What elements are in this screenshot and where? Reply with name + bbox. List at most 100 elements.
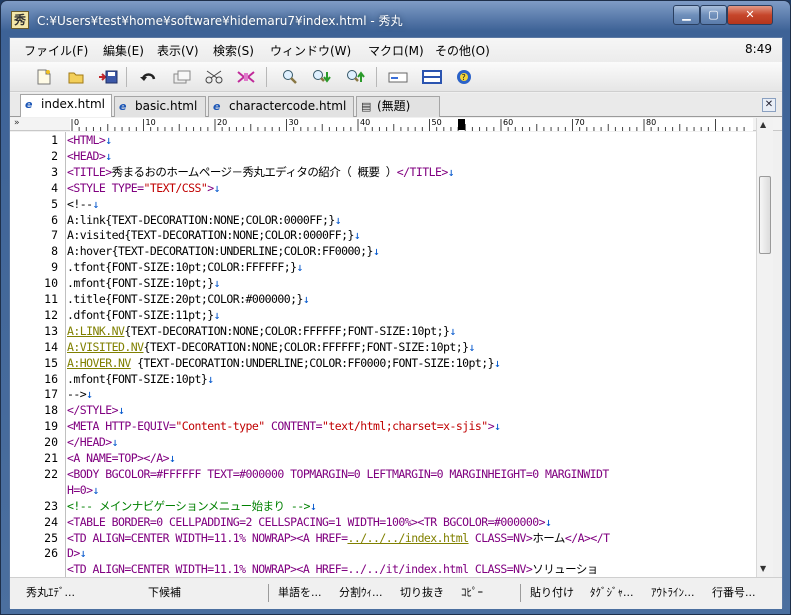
ruler-guide-icon[interactable]: » [10,118,70,131]
fkey-11[interactable]: ｱｳﾄﾗｲﾝ... [651,584,695,602]
tab-label: (無題) [377,99,411,113]
hidemaru-app-icon[interactable]: 秀 [11,11,29,29]
code-line[interactable]: A:visited{TEXT-DECORATION:NONE;COLOR:000… [67,228,361,243]
newline-mark: ↓ [79,546,87,561]
cut-icon[interactable] [204,68,224,86]
code-line[interactable]: <TITLE>秀まるおのホームページ－秀丸エディタの紹介（ 概要 ）</TITL… [67,164,455,180]
code-token: 秀まるおのホームページ－秀丸エディタの紹介（ 概要 ） [111,164,398,179]
find-icon[interactable] [280,68,300,86]
close-button[interactable]: ✕ [727,5,773,25]
fkey-8[interactable]: ｺﾋﾟｰ [461,584,483,602]
code-token: --> [67,387,87,402]
menu-window[interactable]: ウィンドウ(W) [270,42,351,59]
fkey-5[interactable]: 単語を... [278,584,322,602]
maximize-button[interactable]: ▢ [700,5,727,25]
code-line[interactable]: D>↓ [67,546,87,561]
fkey-7[interactable]: 切り抜き [400,584,444,602]
fkey-6[interactable]: 分割ｳｨ... [339,584,383,602]
minimize-button[interactable]: ▁ [673,5,700,25]
line-number: 13 [44,323,58,338]
code-token: CONTENT= [264,419,323,434]
code-line[interactable]: .mfont{FONT-SIZE:10pt}↓ [67,372,214,387]
undo-icon[interactable] [138,68,158,86]
line-number: 25 [44,530,58,545]
code-token: H=0> [67,482,93,497]
code-line[interactable]: H=0>↓ [67,483,99,498]
menu-other[interactable]: その他(O) [435,42,490,59]
window-title: C:¥Users¥test¥home¥software¥hidemaru7¥in… [37,14,403,28]
find-down-icon[interactable] [312,68,332,86]
code-line[interactable]: .title{FONT-SIZE:20pt;COLOR:#000000;}↓ [67,292,310,307]
code-line[interactable]: .tfont{FONT-SIZE:10pt;COLOR:FFFFFF;}↓ [67,260,303,275]
menu-edit[interactable]: 編集(E) [103,42,144,59]
tab-label: index.html [41,97,105,111]
tab-untitled[interactable]: ▤ (無題) [356,96,440,117]
code-line[interactable]: A:VISITED.NV{TEXT-DECORATION:NONE;COLOR:… [67,339,476,355]
title-bar[interactable]: 秀 C:¥Users¥test¥home¥software¥hidemaru7¥… [1,1,790,37]
fkey-10[interactable]: ﾀｸﾞｼﾞｬ... [590,584,634,602]
menu-file[interactable]: ファイル(F) [24,42,88,59]
code-line[interactable]: <TD ALIGN=CENTER WIDTH=11.1% NOWRAP><A H… [67,562,598,577]
newline-mark: ↓ [468,339,476,354]
menu-view[interactable]: 表示(V) [157,42,199,59]
code-line[interactable]: A:hover{TEXT-DECORATION:UNDERLINE;COLOR:… [67,244,380,259]
code-line[interactable]: A:link{TEXT-DECORATION:NONE;COLOR:0000FF… [67,213,342,228]
code-line[interactable]: <!--↓ [67,197,99,212]
code-line[interactable]: </STYLE>↓ [67,403,125,418]
code-token: "TEXT/CSS" [143,180,208,195]
vertical-scrollbar[interactable]: ▲ ▼ [756,118,773,577]
code-line[interactable]: A:HOVER.NV {TEXT-DECORATION:UNDERLINE;CO… [67,356,501,371]
code-line[interactable]: </HEAD>↓ [67,435,119,450]
ruler-label: 30 [288,118,299,127]
close-tab-icon[interactable]: ✕ [762,98,776,112]
line-number: 5 [51,196,58,211]
code-line[interactable]: <TABLE BORDER=0 CELLPADDING=2 CELLSPACIN… [67,515,552,530]
scrollbar-thumb[interactable] [759,176,771,254]
ruler-label: 50 [431,118,442,127]
replace-icon[interactable] [388,68,408,86]
code-line[interactable]: <HTML>↓ [67,133,112,148]
open-folder-icon[interactable] [66,68,86,86]
newline-mark: ↓ [213,307,221,322]
code-line[interactable]: A:LINK.NV{TEXT-DECORATION:NONE;COLOR:FFF… [67,324,456,339]
find-up-icon[interactable] [346,68,366,86]
code-line[interactable]: -->↓ [67,387,93,402]
menu-search[interactable]: 検索(S) [213,42,254,59]
ruler-label: 80 [646,118,657,127]
save-icon[interactable] [98,68,118,86]
help-icon[interactable]: ? [454,68,474,86]
code-line[interactable]: <A NAME=TOP></A>↓ [67,451,176,466]
tab-basic-html[interactable]: e basic.html [114,96,206,117]
code-line[interactable]: <TD ALIGN=CENTER WIDTH=11.1% NOWRAP><A H… [67,531,610,546]
menu-macro[interactable]: マクロ(M) [368,42,424,59]
code-token: <TD ALIGN=CENTER WIDTH=11.1% NOWRAP><A H… [67,562,533,577]
code-line[interactable]: <STYLE TYPE="TEXT/CSS">↓ [67,180,221,196]
scroll-up-icon[interactable]: ▲ [760,120,766,129]
fkey-1[interactable]: 秀丸ｴﾃﾞ... [26,584,75,602]
doc-icon: ▤ [361,100,372,113]
fkey-9[interactable]: 貼り付け [530,584,574,602]
application-window: 秀 C:¥Users¥test¥home¥software¥hidemaru7¥… [0,0,791,615]
code-line[interactable]: <!-- メインナビゲーションメニュー始まり -->↓ [67,499,317,514]
tab-index-html[interactable]: e index.html [20,94,112,117]
text-editor[interactable]: 1 2 3 4 5 6 7 8 9 10 11 12 13 14 15 16 17 18 19 20 21 22 23 24 2… [10,132,756,577]
copy-icon[interactable] [172,68,192,86]
scroll-down-icon[interactable]: ▼ [760,564,766,573]
code-line[interactable]: <META HTTP-EQUIV="Content-type" CONTENT=… [67,419,501,434]
line-number: 11 [44,292,58,306]
newline-mark: ↓ [86,387,93,402]
svg-text:?: ? [462,73,466,82]
line-number: 19 [44,419,58,434]
fkey-3[interactable]: 下候補 [148,584,181,602]
new-file-icon[interactable] [34,68,54,86]
code-line[interactable]: <HEAD>↓ [67,149,112,164]
tab-charactercode-html[interactable]: e charactercode.html [208,96,354,117]
code-line[interactable]: .dfont{FONT-SIZE:11pt;}↓ [67,307,221,323]
split-window-icon[interactable] [422,68,442,86]
line-number: 18 [44,403,58,418]
code-line[interactable]: .mfont{FONT-SIZE:10pt;}↓ [67,276,221,291]
code-line[interactable]: <BODY BGCOLOR=#FFFFFF TEXT=#000000 TOPMA… [67,467,609,482]
fkey-12[interactable]: 行番号... [712,584,756,602]
newline-mark: ↓ [353,228,361,243]
paste-icon[interactable] [236,68,256,86]
